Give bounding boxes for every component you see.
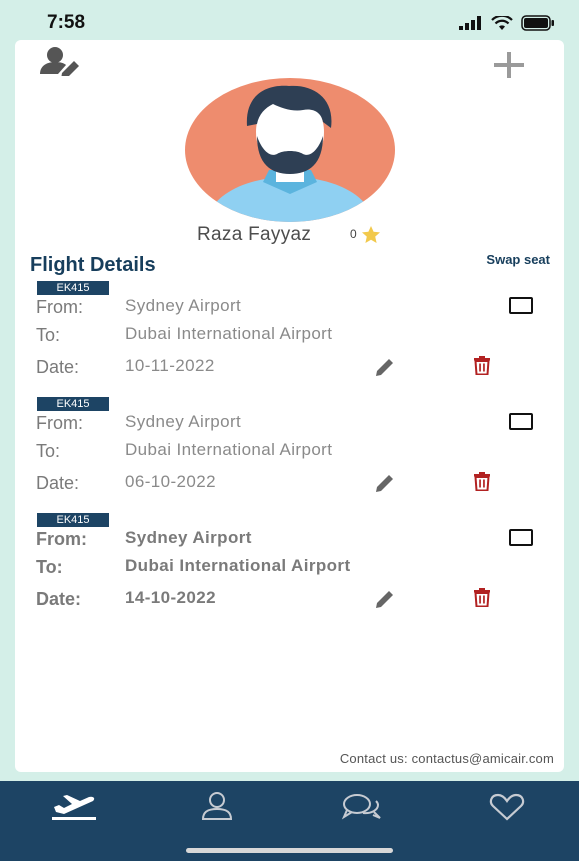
nav-chat-icon[interactable]: [341, 793, 383, 821]
flight-details-title: Flight Details: [30, 254, 156, 276]
nav-flight-takeoff-icon[interactable]: [50, 793, 98, 821]
avatar: [185, 78, 395, 222]
to-value: Dubai International Airport: [125, 324, 333, 343]
delete-trash-icon[interactable]: [473, 472, 491, 491]
nav-heart-icon[interactable]: [489, 793, 525, 821]
contact-footer: Contact us: contactus@amicair.com: [339, 751, 554, 766]
to-value: Dubai International Airport: [125, 556, 351, 575]
status-time: 7:58: [47, 12, 86, 33]
from-value: Sydney Airport: [125, 528, 252, 547]
nav-person-icon[interactable]: [200, 791, 234, 821]
flight-card: EK415 From: Sydney Airport To: Dubai Int…: [15, 397, 564, 507]
date-label: Date:: [36, 357, 80, 377]
from-label: From:: [36, 529, 87, 549]
home-indicator[interactable]: [186, 848, 393, 853]
edit-profile-icon[interactable]: [38, 46, 82, 76]
edit-pencil-icon[interactable]: [374, 356, 396, 376]
from-value: Sydney Airport: [125, 412, 242, 431]
avatar-illustration: [205, 85, 375, 222]
from-label: From:: [36, 297, 83, 317]
to-value: Dubai International Airport: [125, 440, 333, 459]
profile-card: Raza Fayyaz 0 Flight Details Swap seat E…: [15, 40, 564, 772]
from-label: From:: [36, 413, 83, 433]
delete-trash-icon[interactable]: [473, 588, 491, 607]
add-icon[interactable]: [488, 50, 530, 80]
to-label: To:: [36, 441, 61, 461]
date-label: Date:: [36, 589, 82, 609]
star-icon: [362, 226, 380, 243]
seat-checkbox[interactable]: [509, 529, 533, 546]
flight-card: EK415 From: Sydney Airport To: Dubai Int…: [15, 513, 564, 623]
date-value: 06-10-2022: [125, 472, 216, 491]
delete-trash-icon[interactable]: [473, 356, 491, 375]
to-label: To:: [36, 325, 61, 345]
date-label: Date:: [36, 473, 80, 493]
seat-checkbox[interactable]: [509, 297, 533, 314]
status-bar: 7:58: [0, 0, 579, 40]
from-value: Sydney Airport: [125, 296, 242, 315]
flight-code-badge: EK415: [37, 513, 109, 527]
flight-code-badge: EK415: [37, 397, 109, 411]
to-label: To:: [36, 557, 63, 577]
seat-checkbox[interactable]: [509, 413, 533, 430]
flight-card: EK415 From: Sydney Airport To: Dubai Int…: [15, 281, 564, 391]
edit-pencil-icon[interactable]: [374, 588, 396, 608]
star-count: 0: [350, 227, 357, 241]
wifi-icon: [491, 15, 513, 30]
edit-pencil-icon[interactable]: [374, 472, 396, 492]
date-value: 10-11-2022: [125, 356, 215, 375]
user-name: Raza Fayyaz: [197, 224, 312, 245]
battery-icon: [521, 15, 554, 31]
flight-code-badge: EK415: [37, 281, 109, 295]
cellular-signal-icon: [459, 16, 481, 30]
swap-seat-button[interactable]: Swap seat: [486, 252, 550, 267]
date-value: 14-10-2022: [125, 588, 216, 607]
